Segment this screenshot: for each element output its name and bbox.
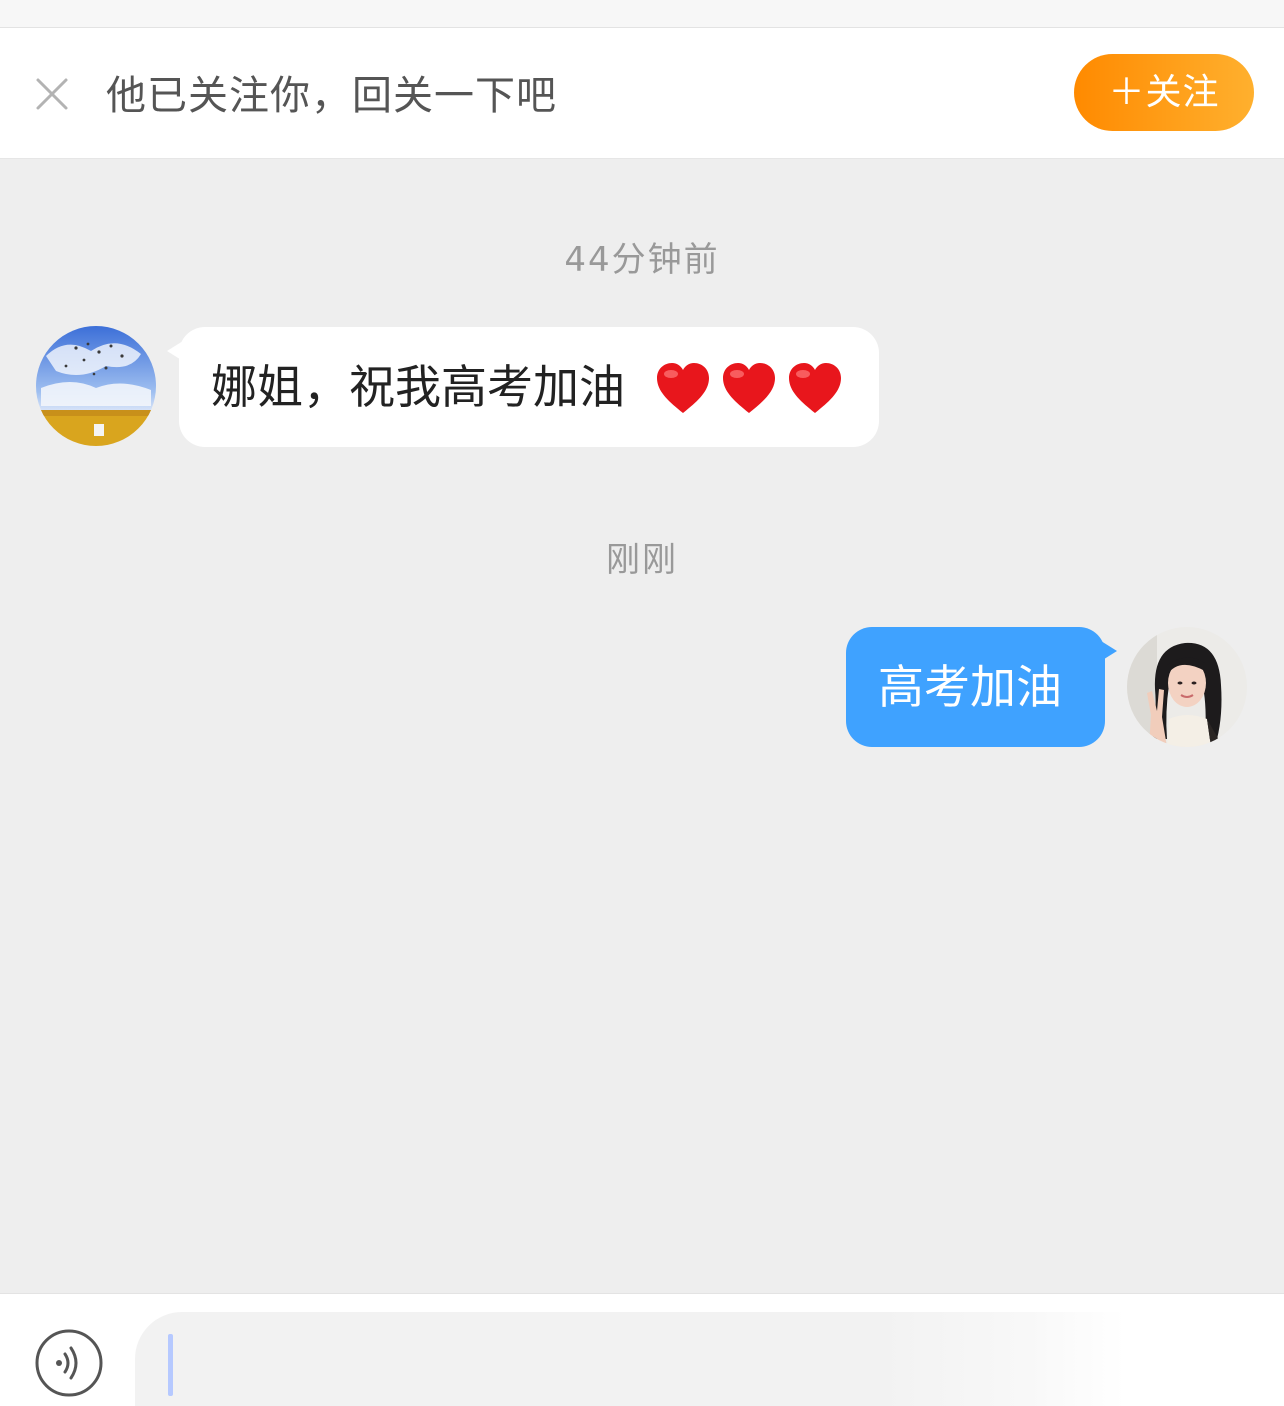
top-strip — [0, 0, 1284, 28]
voice-wave-icon[interactable] — [34, 1328, 104, 1398]
heart-emoji-group — [654, 361, 852, 415]
message-timestamp: 44分钟前 — [564, 240, 720, 280]
sender-avatar[interactable] — [36, 326, 156, 446]
red-heart-icon — [786, 361, 844, 415]
incoming-message-text: 娜姐，祝我高考加油 — [211, 360, 625, 414]
message-timestamp: 刚刚 — [606, 540, 678, 580]
outgoing-message-bubble[interactable]: 高考加油 — [846, 627, 1117, 747]
close-icon[interactable] — [30, 72, 74, 116]
follow-back-text: 他已关注你，回关一下吧 — [106, 73, 557, 119]
red-heart-icon — [720, 361, 778, 415]
outgoing-message-text: 高考加油 — [878, 660, 1062, 714]
follow-button[interactable]: ＋关注 — [1074, 54, 1254, 131]
follow-back-banner: 他已关注你，回关一下吧 ＋关注 — [0, 28, 1284, 159]
message-input[interactable] — [135, 1312, 1126, 1406]
text-caret — [168, 1334, 173, 1396]
my-avatar[interactable] — [1127, 627, 1247, 747]
incoming-message-bubble[interactable]: 娜姐，祝我高考加油 — [167, 327, 879, 447]
red-heart-icon — [654, 361, 712, 415]
composer-bar — [0, 1293, 1284, 1406]
